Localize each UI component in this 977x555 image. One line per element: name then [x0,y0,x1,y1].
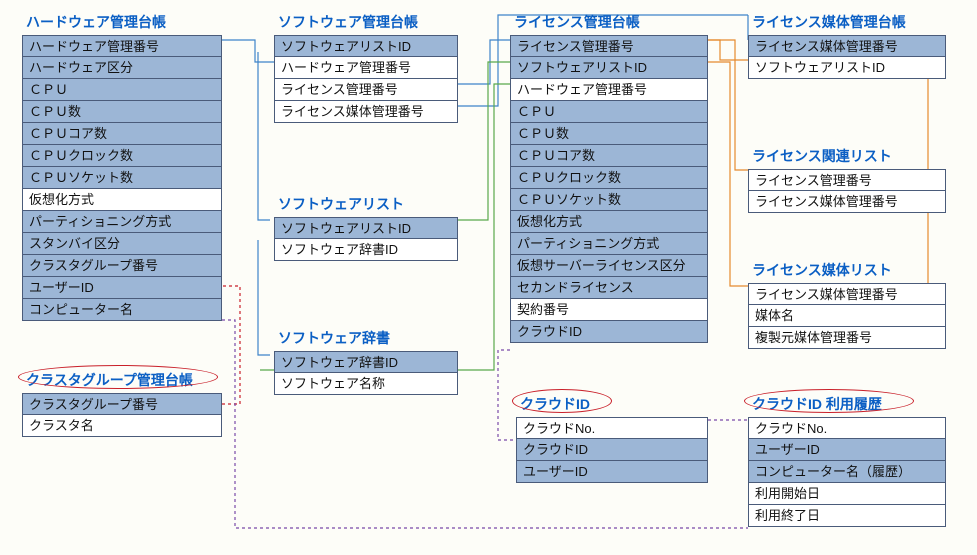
field-row: 契約番号 [510,299,708,321]
field-row: ソフトウェアリストID [274,217,458,239]
field-row: ソフトウェアリストID [748,57,946,79]
field-row: ＣＰＵ [510,101,708,123]
entity-fields: ライセンス媒体管理番号媒体名複製元媒体管理番号 [748,283,946,349]
entity-fields: クラスタグループ番号クラスタ名 [22,393,222,437]
field-row: クラスタグループ番号 [22,393,222,415]
field-row: コンピューター名 [22,299,222,321]
entity-title: ライセンス媒体リスト [748,258,946,283]
field-row: ＣＰＵコア数 [510,145,708,167]
entity-title: ソフトウェア辞書 [274,326,458,351]
field-row: ＣＰＵクロック数 [22,145,222,167]
field-row: クラスタ名 [22,415,222,437]
field-row: コンピューター名（履歴） [748,461,946,483]
entity-fields: ハードウェア管理番号ハードウェア区分ＣＰＵＣＰＵ数ＣＰＵコア数ＣＰＵクロック数Ｃ… [22,35,222,321]
field-row: セカンドライセンス [510,277,708,299]
entity-fields: クラウドNo.クラウドIDユーザーID [516,417,708,483]
field-row: スタンバイ区分 [22,233,222,255]
field-row: ソフトウェア辞書ID [274,239,458,261]
entity-license-related-list: ライセンス関連リスト ライセンス管理番号ライセンス媒体管理番号 [748,144,946,213]
field-row: ＣＰＵ数 [22,101,222,123]
field-row: ユーザーID [748,439,946,461]
field-row: ライセンス管理番号 [748,169,946,191]
field-row: ソフトウェア辞書ID [274,351,458,373]
entity-hardware-ledger: ハードウェア管理台帳 ハードウェア管理番号ハードウェア区分ＣＰＵＣＰＵ数ＣＰＵコ… [22,10,222,321]
field-row: 仮想化方式 [510,211,708,233]
entity-fields: ライセンス媒体管理番号ソフトウェアリストID [748,35,946,79]
field-row: 複製元媒体管理番号 [748,327,946,349]
field-row: ライセンス媒体管理番号 [748,35,946,57]
entity-title: ライセンス管理台帳 [510,10,708,35]
entity-title: ライセンス媒体管理台帳 [748,10,946,35]
entity-fields: クラウドNo.ユーザーIDコンピューター名（履歴）利用開始日利用終了日 [748,417,946,527]
entity-fields: ライセンス管理番号ソフトウェアリストIDハードウェア管理番号ＣＰＵＣＰＵ数ＣＰＵ… [510,35,708,343]
field-row: ライセンス媒体管理番号 [748,283,946,305]
field-row: ハードウェア管理番号 [22,35,222,57]
field-row: ＣＰＵクロック数 [510,167,708,189]
field-row: ソフトウェアリストID [510,57,708,79]
field-row: 利用開始日 [748,483,946,505]
entity-title: クラウドID [516,392,708,417]
field-row: ＣＰＵコア数 [22,123,222,145]
entity-title: ライセンス関連リスト [748,144,946,169]
field-row: 媒体名 [748,305,946,327]
field-row: パーティショニング方式 [510,233,708,255]
field-row: クラウドID [516,439,708,461]
entity-software-list: ソフトウェアリスト ソフトウェアリストIDソフトウェア辞書ID [274,192,458,261]
field-row: ＣＰＵ数 [510,123,708,145]
field-row: ライセンス媒体管理番号 [274,101,458,123]
entity-cluster-group: クラスタグループ管理台帳 クラスタグループ番号クラスタ名 [22,368,222,437]
field-row: ＣＰＵ [22,79,222,101]
entity-fields: ソフトウェアリストIDソフトウェア辞書ID [274,217,458,261]
field-row: クラウドNo. [748,417,946,439]
field-row: ハードウェア管理番号 [274,57,458,79]
field-row: ライセンス管理番号 [510,35,708,57]
field-row: ハードウェア管理番号 [510,79,708,101]
entity-license-media-list: ライセンス媒体リスト ライセンス媒体管理番号媒体名複製元媒体管理番号 [748,258,946,349]
field-row: パーティショニング方式 [22,211,222,233]
entity-title: クラスタグループ管理台帳 [22,368,222,393]
entity-fields: ソフトウェア辞書IDソフトウェア名称 [274,351,458,395]
entity-title: ハードウェア管理台帳 [22,10,222,35]
entity-fields: ソフトウェアリストIDハードウェア管理番号ライセンス管理番号ライセンス媒体管理番… [274,35,458,123]
entity-cloud-id-history: クラウドID 利用履歴 クラウドNo.ユーザーIDコンピューター名（履歴）利用開… [748,392,946,527]
field-row: ユーザーID [516,461,708,483]
field-row: 仮想サーバーライセンス区分 [510,255,708,277]
entity-title: ソフトウェア管理台帳 [274,10,458,35]
field-row: ライセンス管理番号 [274,79,458,101]
entity-license-media-ledger: ライセンス媒体管理台帳 ライセンス媒体管理番号ソフトウェアリストID [748,10,946,79]
entity-fields: ライセンス管理番号ライセンス媒体管理番号 [748,169,946,213]
field-row: 利用終了日 [748,505,946,527]
entity-software-dict: ソフトウェア辞書 ソフトウェア辞書IDソフトウェア名称 [274,326,458,395]
field-row: ライセンス媒体管理番号 [748,191,946,213]
field-row: ユーザーID [22,277,222,299]
field-row: 仮想化方式 [22,189,222,211]
field-row: ＣＰＵソケット数 [22,167,222,189]
field-row: クラウドID [510,321,708,343]
field-row: クラスタグループ番号 [22,255,222,277]
field-row: クラウドNo. [516,417,708,439]
entity-cloud-id: クラウドID クラウドNo.クラウドIDユーザーID [516,392,708,483]
entity-software-ledger: ソフトウェア管理台帳 ソフトウェアリストIDハードウェア管理番号ライセンス管理番… [274,10,458,123]
field-row: ソフトウェア名称 [274,373,458,395]
entity-title: クラウドID 利用履歴 [748,392,946,417]
entity-title: ソフトウェアリスト [274,192,458,217]
field-row: ソフトウェアリストID [274,35,458,57]
field-row: ハードウェア区分 [22,57,222,79]
entity-license-ledger: ライセンス管理台帳 ライセンス管理番号ソフトウェアリストIDハードウェア管理番号… [510,10,708,343]
field-row: ＣＰＵソケット数 [510,189,708,211]
